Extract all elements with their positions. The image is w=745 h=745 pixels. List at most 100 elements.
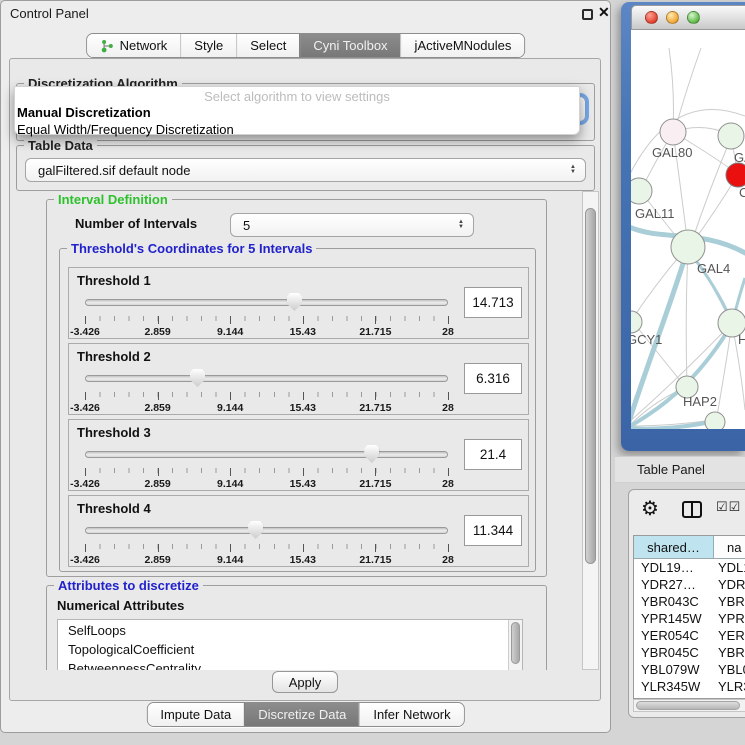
checkbox-icon[interactable]: ☑ — [716, 499, 728, 515]
cell-shared-name: YBR045C — [634, 645, 714, 660]
threshold-1-slider[interactable]: -3.426 2.859 9.144 15.43 21.715 28 — [85, 294, 448, 338]
scrollbar-thumb[interactable] — [585, 208, 596, 564]
checkbox-icon[interactable]: ☑ — [729, 499, 741, 515]
table-row[interactable]: YLR345WYLR3 — [634, 678, 745, 695]
table-row[interactable]: YDL19…YDL1 — [634, 559, 745, 576]
slider-major-tick — [158, 316, 159, 324]
network-node[interactable] — [718, 123, 744, 149]
threshold-4-slider[interactable]: -3.426 2.859 9.144 15.43 21.715 28 — [85, 522, 448, 566]
tick-label: 9.144 — [217, 326, 243, 338]
dropdown-option-manual[interactable]: Manual Discretization — [15, 104, 579, 121]
scrollbar-thumb[interactable] — [636, 701, 740, 710]
scrollbar-thumb[interactable] — [511, 622, 520, 664]
network-window-titlebar[interactable] — [631, 5, 745, 30]
network-node-selected[interactable] — [726, 163, 745, 187]
table-row[interactable]: YBL079WYBL0 — [634, 661, 745, 678]
cell-name: YDR2 — [714, 577, 745, 592]
tick-label: 21.715 — [359, 554, 391, 566]
close-icon[interactable]: ✕ — [598, 4, 610, 21]
threshold-2-value-field[interactable]: 6.316 — [464, 363, 522, 394]
column-header-name[interactable]: na — [714, 536, 745, 558]
zoom-button[interactable] — [687, 11, 700, 24]
threshold-3-slider[interactable]: -3.426 2.859 9.144 15.43 21.715 28 — [85, 446, 448, 490]
slider-handle[interactable] — [248, 521, 263, 539]
tab-cyni-toolbox[interactable]: Cyni Toolbox — [299, 34, 400, 57]
network-node[interactable] — [631, 311, 642, 333]
list-scrollbar[interactable] — [508, 620, 522, 670]
tab-style-label: Style — [194, 38, 223, 53]
tick-label: 15.43 — [290, 478, 316, 490]
float-icon[interactable] — [582, 9, 593, 20]
network-node[interactable] — [631, 178, 652, 204]
cyni-toolbox-panel: Discretization Algorithm ▲▼ Table Data g… — [9, 58, 601, 701]
numerical-attributes-label: Numerical Attributes — [57, 598, 184, 613]
dropdown-option-equal-width[interactable]: Equal Width/Frequency Discretization — [15, 121, 579, 138]
slider-minor-ticks — [85, 544, 448, 549]
close-button[interactable] — [645, 11, 658, 24]
slider-major-tick — [85, 392, 86, 400]
checkbox-icons[interactable]: ☑ ☑ — [716, 499, 740, 515]
threshold-1-value-field[interactable]: 14.713 — [464, 287, 522, 318]
network-node[interactable] — [705, 412, 725, 429]
network-view-window: GAL80 GA GAL11 C GAL4 GCY1 H HAP2 — [621, 2, 745, 451]
table-data-combo[interactable]: galFiltered.sif default node ▲▼ — [25, 158, 586, 182]
control-panel-window: Control Panel ✕ Network Style Select Cyn… — [0, 0, 611, 733]
group-title: Interval Definition — [54, 192, 172, 207]
table-row[interactable]: YDR27…YDR2 — [634, 576, 745, 593]
column-header-shared-name[interactable]: shared… — [634, 536, 714, 558]
tick-label: -3.426 — [70, 402, 100, 414]
tab-impute-data-label: Impute Data — [160, 707, 231, 722]
list-item[interactable]: BetweennessCentrality — [58, 658, 522, 670]
node-label: GA — [734, 150, 745, 165]
slider-major-tick — [230, 316, 231, 324]
slider-handle[interactable] — [364, 445, 379, 463]
slider-handle[interactable] — [190, 369, 205, 387]
network-node[interactable] — [660, 119, 686, 145]
tab-select[interactable]: Select — [236, 34, 299, 57]
list-item[interactable]: SelfLoops — [58, 620, 522, 639]
number-of-intervals-combo[interactable]: 5 ▲▼ — [230, 213, 474, 237]
slider-track[interactable] — [85, 375, 448, 382]
network-node[interactable] — [671, 230, 705, 264]
slider-handle[interactable] — [287, 293, 302, 311]
number-of-intervals-value: 5 — [231, 218, 250, 233]
threshold-3-value-field[interactable]: 21.4 — [464, 439, 522, 470]
node-table[interactable]: shared… na YDL19…YDL1 YDR27…YDR2 YBR043C… — [633, 535, 745, 699]
tab-infer-network[interactable]: Infer Network — [359, 703, 463, 726]
slider-track[interactable] — [85, 299, 448, 306]
slider-track[interactable] — [85, 527, 448, 534]
tab-discretize-data[interactable]: Discretize Data — [244, 703, 359, 726]
panel-scrollbar[interactable] — [582, 191, 599, 670]
list-item[interactable]: TopologicalCoefficient — [58, 639, 522, 658]
threshold-4-row: Threshold 4 -3.426 2.859 — [68, 495, 529, 567]
table-panel-title: Table Panel — [615, 462, 705, 477]
table-row[interactable]: YER054CYER0 — [634, 627, 745, 644]
tab-infer-network-label: Infer Network — [373, 707, 450, 722]
columns-icon[interactable] — [682, 501, 702, 518]
apply-button[interactable]: Apply — [272, 671, 338, 693]
tab-network[interactable]: Network — [87, 34, 181, 57]
threshold-4-value-field[interactable]: 11.344 — [464, 515, 522, 546]
table-horizontal-scrollbar[interactable] — [633, 699, 745, 712]
tab-jactivemnodules-label: jActiveMNodules — [415, 38, 512, 53]
cell-shared-name: YBL079W — [634, 662, 714, 677]
table-row[interactable]: YBR043CYBR0 — [634, 593, 745, 610]
minimize-button[interactable] — [666, 11, 679, 24]
tab-style[interactable]: Style — [180, 34, 236, 57]
cell-name: YLR3 — [714, 679, 745, 694]
table-panel-header: Table Panel — [615, 456, 745, 483]
network-canvas[interactable]: GAL80 GA GAL11 C GAL4 GCY1 H HAP2 — [631, 30, 745, 429]
tab-impute-data[interactable]: Impute Data — [147, 703, 244, 726]
slider-track[interactable] — [85, 451, 448, 458]
threshold-2-slider[interactable]: -3.426 2.859 9.144 15.43 21.715 28 — [85, 370, 448, 414]
numerical-attributes-list[interactable]: SelfLoops TopologicalCoefficient Between… — [57, 619, 523, 670]
gear-icon[interactable]: ⚙ — [641, 496, 659, 521]
table-row[interactable]: YPR145WYPR1 — [634, 610, 745, 627]
slider-minor-ticks — [85, 392, 448, 397]
cell-name: YPR1 — [714, 611, 745, 626]
tick-label: 2.859 — [144, 554, 170, 566]
tab-jactivemnodules[interactable]: jActiveMNodules — [401, 34, 525, 57]
tick-label: 28 — [442, 402, 454, 414]
table-row[interactable]: YBR045CYBR0 — [634, 644, 745, 661]
tick-label: 15.43 — [290, 554, 316, 566]
